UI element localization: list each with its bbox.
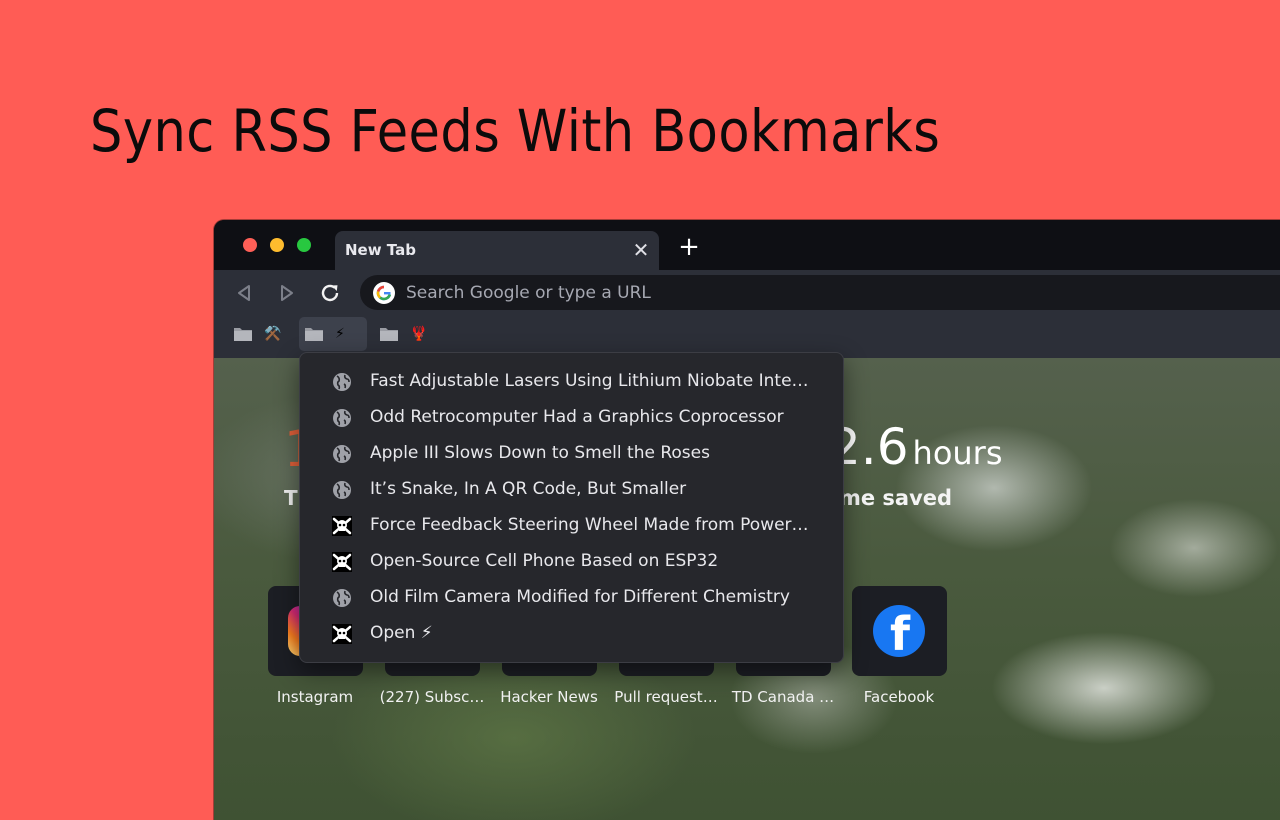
shortcut-tile[interactable]: f [852,586,947,676]
dropdown-item-label: It’s Snake, In A QR Code, But Smaller [370,479,687,499]
globe-icon [333,373,351,391]
globe-icon [333,589,351,607]
skull-crossbones-icon [332,516,352,536]
hammer-wrench-icon: ⚒️ [264,326,282,342]
bookmark-folder-dropdown: Fast Adjustable Lasers Using Lithium Nio… [299,352,844,663]
facebook-icon: f [873,605,925,659]
dropdown-item[interactable]: Old Film Camera Modified for Different C… [300,580,843,616]
dropdown-item-label: Apple III Slows Down to Smell the Roses [370,443,710,463]
minimize-window-button[interactable] [270,238,284,252]
time-saved-unit: hours [912,434,1003,472]
time-saved-label: me saved [839,486,953,510]
dropdown-item-label: Open ⚡ [370,623,433,643]
shortcut-label: Hacker News [500,688,598,706]
bookmark-folder-lightning[interactable]: ⚡ [299,317,367,351]
shortcut-label: Facebook [863,688,935,706]
dropdown-item-label: Open-Source Cell Phone Based on ESP32 [370,551,719,571]
folder-icon [380,328,398,341]
shortcut-label: (227) Subsc… [379,688,485,706]
dropdown-item[interactable]: Open-Source Cell Phone Based on ESP32 [300,544,843,580]
folder-icon [234,328,252,341]
time-saved-stat: 2.6 hours [829,418,1003,476]
dropdown-item[interactable]: Force Feedback Steering Wheel Made from … [300,508,843,544]
shortcut-label: Pull request… [614,688,718,706]
lobster-icon: 🦞 [410,326,428,342]
shortcut-label: Instagram [276,688,354,706]
plus-icon[interactable]: + [676,234,702,260]
tab-strip: New Tab ✕ + [214,220,1280,270]
page-headline: Sync RSS Feeds With Bookmarks [90,97,941,165]
close-window-button[interactable] [243,238,257,252]
skull-crossbones-icon [332,552,352,572]
dropdown-item-label: Odd Retrocomputer Had a Graphics Coproce… [370,407,784,427]
folder-icon [305,328,323,341]
tab-new-tab[interactable]: New Tab ✕ [335,231,659,270]
back-arrow-icon[interactable] [230,279,258,307]
shortcut-label: TD Canada … [731,688,835,706]
bookmark-folder-lobster[interactable]: 🦞 [374,317,442,351]
close-icon[interactable]: ✕ [631,237,651,263]
dropdown-item-label: Old Film Camera Modified for Different C… [370,587,790,607]
dropdown-item-label: Force Feedback Steering Wheel Made from … [370,515,809,535]
reload-icon[interactable] [316,279,344,307]
dropdown-item[interactable]: It’s Snake, In A QR Code, But Smaller [300,472,843,508]
address-bar[interactable]: Search Google or type a URL [360,275,1280,310]
browser-toolbar: Search Google or type a URL [214,270,1280,315]
dropdown-item[interactable]: Apple III Slows Down to Smell the Roses [300,436,843,472]
globe-icon [333,409,351,427]
forward-arrow-icon[interactable] [273,279,301,307]
dropdown-item[interactable]: Fast Adjustable Lasers Using Lithium Nio… [300,364,843,400]
maximize-window-button[interactable] [297,238,311,252]
lightning-icon: ⚡ [335,326,345,342]
stat-left-label: T [284,486,298,510]
tab-title: New Tab [345,241,416,259]
globe-icon [333,481,351,499]
dropdown-item-open-all[interactable]: Open ⚡ [300,616,843,652]
search-input[interactable]: Search Google or type a URL [406,283,651,303]
google-icon [373,282,395,304]
dropdown-item[interactable]: Odd Retrocomputer Had a Graphics Coproce… [300,400,843,436]
dropdown-item-label: Fast Adjustable Lasers Using Lithium Nio… [370,371,813,391]
globe-icon [333,445,351,463]
bookmark-folder-tools[interactable]: ⚒️ [228,317,296,351]
skull-crossbones-icon [332,624,352,644]
